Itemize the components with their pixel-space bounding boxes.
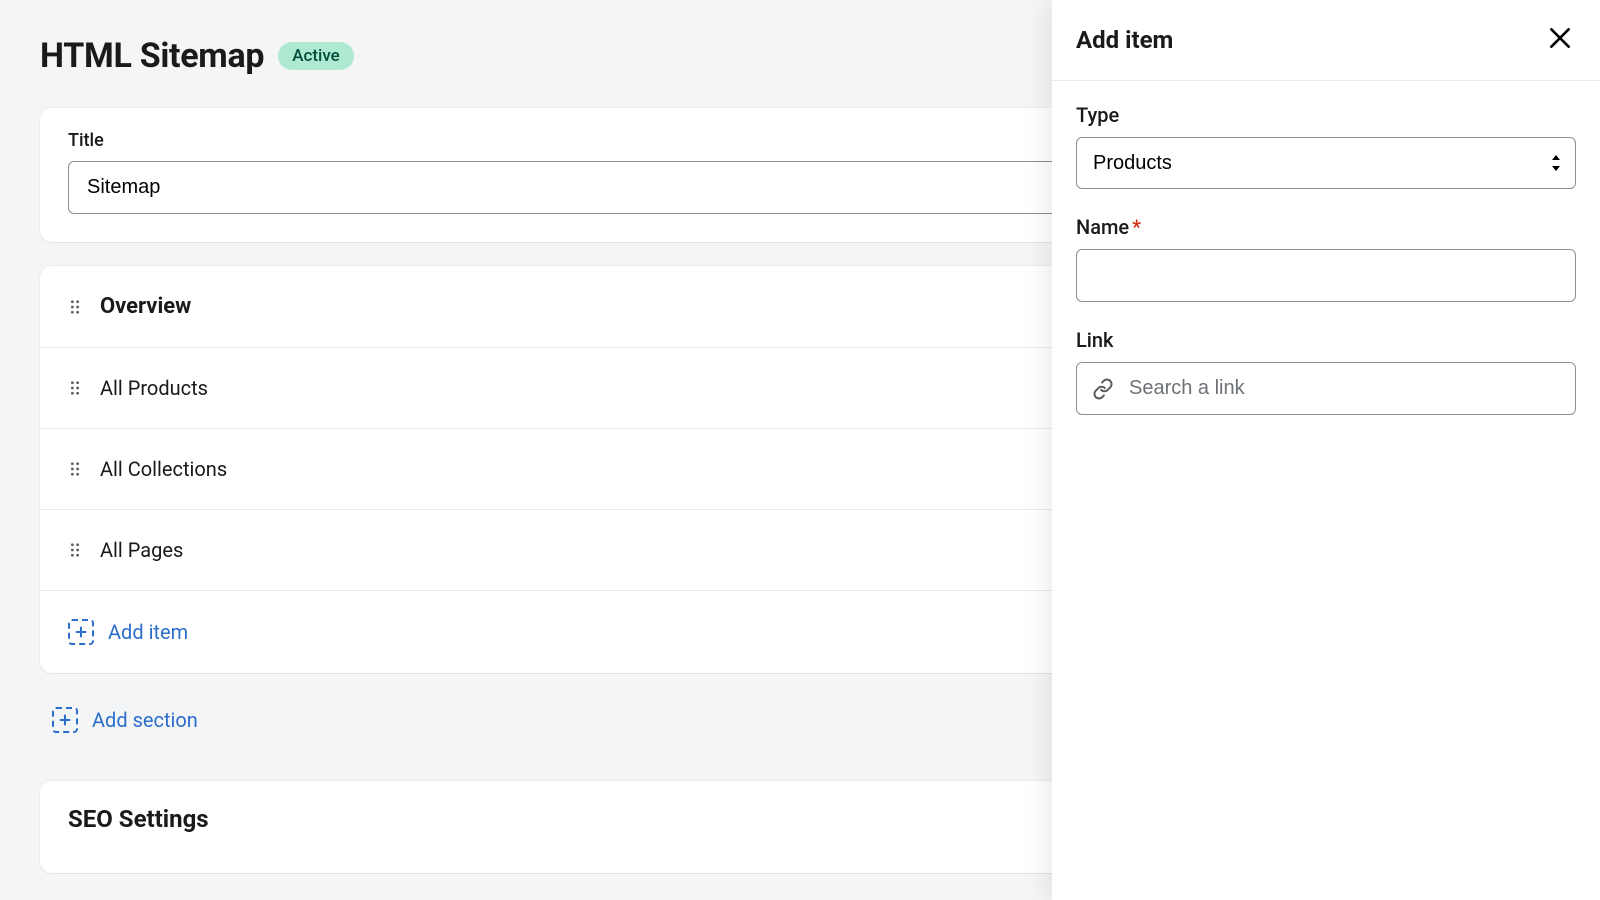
- list-item-label: All Collections: [100, 457, 227, 481]
- plus-dashed-icon: [68, 619, 94, 645]
- list-item-label: All Pages: [100, 538, 183, 562]
- list-item-label: All Products: [100, 376, 208, 400]
- type-select[interactable]: Products: [1076, 137, 1576, 189]
- add-section-label: Add section: [92, 708, 198, 732]
- panel-header: Add item: [1052, 0, 1600, 81]
- page-root: HTML Sitemap Active Title Overview All P…: [0, 0, 1600, 900]
- link-input[interactable]: [1076, 362, 1576, 415]
- close-icon: [1547, 25, 1573, 55]
- close-button[interactable]: [1544, 24, 1576, 56]
- panel-title: Add item: [1076, 26, 1173, 54]
- drag-handle-icon[interactable]: [68, 381, 82, 395]
- section-title: Overview: [100, 294, 191, 319]
- drag-handle-icon[interactable]: [68, 462, 82, 476]
- required-asterisk: *: [1132, 215, 1141, 239]
- status-badge: Active: [278, 42, 354, 70]
- panel-body: Type Products Name* Link: [1052, 81, 1600, 437]
- add-item-panel: Add item Type Products: [1052, 0, 1600, 900]
- name-input[interactable]: [1076, 249, 1576, 302]
- link-label: Link: [1076, 328, 1576, 352]
- name-label: Name*: [1076, 215, 1576, 239]
- drag-handle-icon[interactable]: [68, 300, 82, 314]
- page-title: HTML Sitemap: [40, 36, 264, 76]
- drag-handle-icon[interactable]: [68, 543, 82, 557]
- add-item-label: Add item: [108, 620, 188, 644]
- plus-dashed-icon: [52, 707, 78, 733]
- link-field: Link: [1076, 328, 1576, 415]
- name-field: Name*: [1076, 215, 1576, 302]
- type-field: Type Products: [1076, 103, 1576, 189]
- link-icon: [1092, 378, 1114, 400]
- type-label: Type: [1076, 103, 1576, 127]
